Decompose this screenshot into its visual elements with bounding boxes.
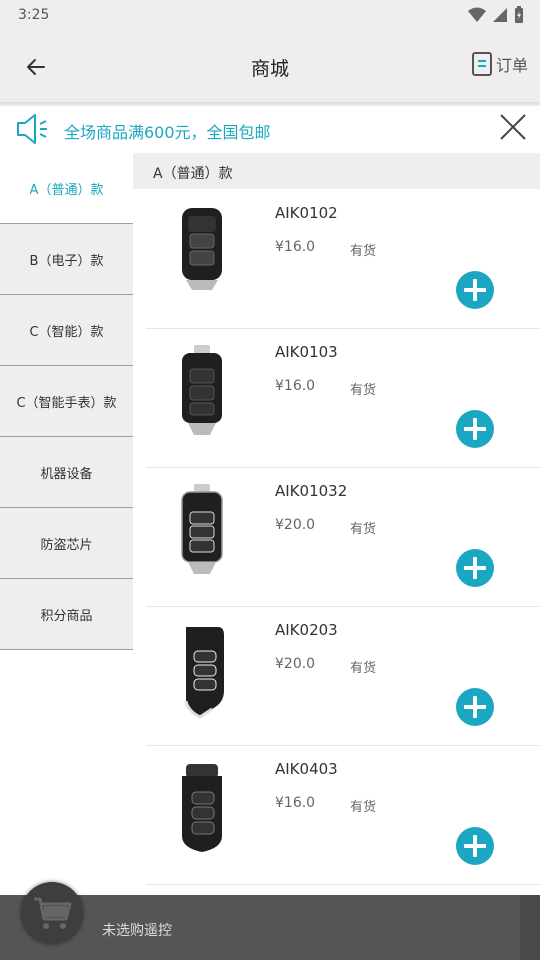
- sidebar-item-label: 机器设备: [40, 466, 93, 482]
- sidebar-item-label: 积分商品: [40, 608, 93, 624]
- product-name: AIK0102: [275, 204, 338, 222]
- add-to-cart-button[interactable]: [456, 410, 494, 448]
- section-header: A（普通）款: [133, 153, 540, 189]
- cart-button[interactable]: [21, 882, 83, 944]
- car-key-image: [182, 208, 222, 290]
- stock-status: 有货: [350, 244, 377, 259]
- signal-icon: [493, 8, 507, 22]
- add-to-cart-button[interactable]: [456, 688, 494, 726]
- sidebar-item-label: C（智能手表）款: [16, 395, 117, 411]
- stock-status: 有货: [350, 800, 377, 815]
- sidebar-item-label: B（电子）款: [29, 253, 104, 269]
- product-name: AIK0403: [275, 760, 338, 778]
- page-title: 商城: [250, 58, 289, 80]
- speaker-icon: [17, 114, 47, 144]
- status-icons: [468, 6, 524, 24]
- add-to-cart-button[interactable]: [456, 549, 494, 587]
- notice-banner: 全场商品满600元，全国包邮: [0, 106, 540, 152]
- product-item[interactable]: AIK0403 ¥16.0 有货: [146, 746, 540, 885]
- notice-text: 全场商品满600元，全国包邮: [64, 123, 271, 142]
- product-price: ¥20.0: [275, 517, 316, 533]
- sidebar-item-label: 防盗芯片: [40, 537, 93, 553]
- product-item[interactable]: AIK0203 ¥20.0 有货: [146, 607, 540, 746]
- product-item[interactable]: AIK0102 ¥16.0 有货: [146, 190, 540, 329]
- stock-status: 有货: [350, 383, 377, 398]
- sidebar-item-b-electronic[interactable]: B（电子）款: [0, 224, 133, 295]
- cart-bar-edge: [520, 895, 540, 960]
- car-key-image: [181, 484, 223, 574]
- product-price: ¥16.0: [275, 795, 316, 811]
- status-time: 3:25: [18, 7, 50, 23]
- app-bar: 商城 订单: [0, 32, 540, 102]
- category-sidebar: A（普通）款 B（电子）款 C（智能）款 C（智能手表）款 机器设备 防盗芯片 …: [0, 153, 133, 650]
- section-title: A（普通）款: [153, 166, 233, 182]
- sidebar-item-a-normal[interactable]: A（普通）款: [0, 153, 133, 224]
- cart-status-text: 未选购遥控: [102, 923, 172, 939]
- product-price: ¥20.0: [275, 656, 316, 672]
- car-key-image: [182, 764, 222, 852]
- product-name: AIK0103: [275, 343, 338, 361]
- stock-status: 有货: [350, 661, 377, 676]
- stock-status: 有货: [350, 522, 377, 537]
- close-icon[interactable]: [498, 112, 528, 142]
- car-key-image: [184, 627, 224, 719]
- battery-icon: [515, 6, 523, 23]
- product-item[interactable]: AIK0103 ¥16.0 有货: [146, 329, 540, 468]
- product-price: ¥16.0: [275, 239, 316, 255]
- sidebar-item-c-smartwatch[interactable]: C（智能手表）款: [0, 366, 133, 437]
- product-name: AIK01032: [275, 482, 348, 500]
- car-key-image: [182, 345, 222, 435]
- sidebar-item-c-smart[interactable]: C（智能）款: [0, 295, 133, 366]
- wifi-icon: [468, 7, 486, 22]
- sidebar-item-machines[interactable]: 机器设备: [0, 437, 133, 508]
- sidebar-item-anti-theft-chips[interactable]: 防盗芯片: [0, 508, 133, 579]
- status-bar: 3:25: [0, 0, 540, 32]
- product-name: AIK0203: [275, 621, 338, 639]
- document-icon: [471, 52, 492, 76]
- product-item[interactable]: AIK01032 ¥20.0 有货: [146, 468, 540, 607]
- product-price: ¥16.0: [275, 378, 316, 394]
- add-to-cart-button[interactable]: [456, 271, 494, 309]
- sidebar-item-points-goods[interactable]: 积分商品: [0, 579, 133, 650]
- product-list: AIK0102 ¥16.0 有货 AIK0103 ¥16.0 有货 AIK010…: [146, 190, 540, 885]
- add-to-cart-button[interactable]: [456, 827, 494, 865]
- orders-button[interactable]: 订单: [471, 52, 528, 76]
- cart-icon: [34, 897, 72, 929]
- sidebar-item-label: C（智能）款: [29, 324, 104, 340]
- orders-label: 订单: [495, 56, 528, 75]
- sidebar-item-label: A（普通）款: [29, 182, 104, 198]
